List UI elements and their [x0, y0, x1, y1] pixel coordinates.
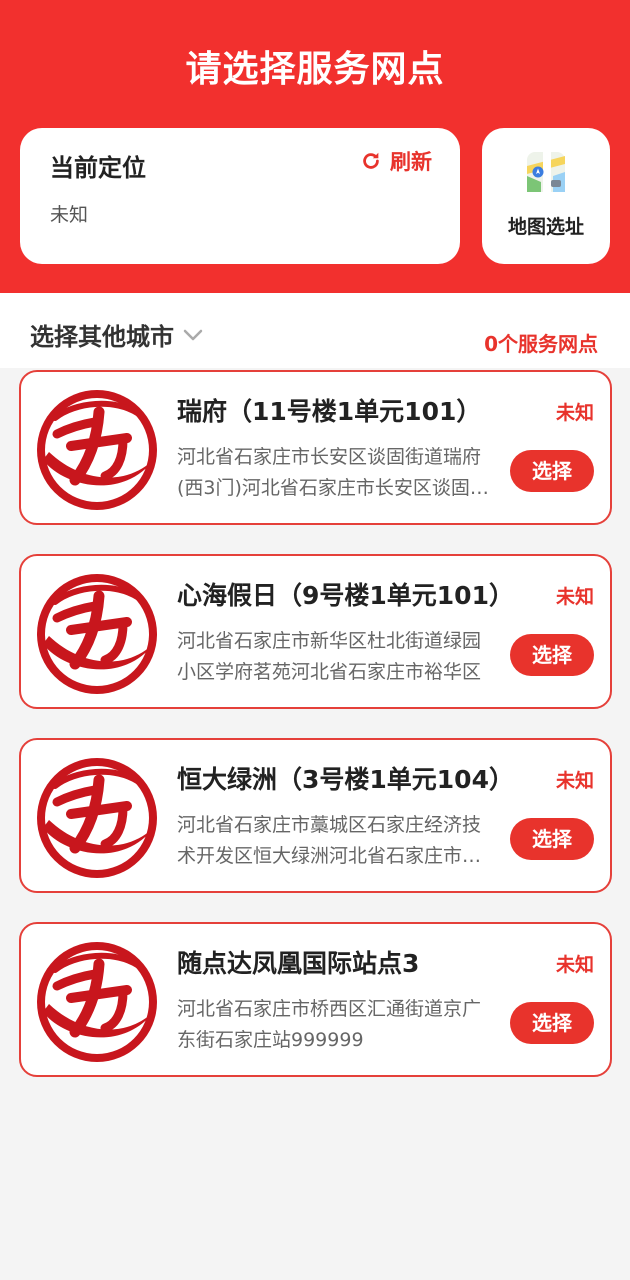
station-card[interactable]: 瑞府（11号楼1单元101） 未知 河北省石家庄市长安区谈固街道瑞府(西3门)河…: [19, 370, 612, 525]
station-address: 河北省石家庄市桥西区汇通街道京广东街石家庄站999999: [177, 998, 482, 1051]
station-address: 河北省石家庄市藁城区石家庄经济技术开发区恒大绿洲河北省石家庄市藁城区: [177, 814, 482, 867]
refresh-label: 刷新: [390, 150, 432, 174]
station-card[interactable]: 心海假日（9号楼1单元101） 未知 河北省石家庄市新华区杜北街道绿园小区学府茗…: [19, 554, 612, 709]
city-select-label: 选择其他城市: [30, 323, 174, 351]
station-address: 河北省石家庄市新华区杜北街道绿园小区学府茗苑河北省石家庄市裕华区: [177, 630, 482, 683]
station-status: 未知: [555, 586, 594, 608]
city-select-dropdown[interactable]: 选择其他城市: [30, 317, 204, 352]
station-address: 河北省石家庄市长安区谈固街道瑞府(西3门)河北省石家庄市长安区谈固街道: [177, 446, 489, 499]
station-count: 0个服务网点: [484, 332, 598, 356]
map-select-button[interactable]: 地图选址: [482, 128, 610, 264]
location-value: 未知: [50, 204, 89, 226]
station-status: 未知: [555, 770, 594, 792]
station-status: 未知: [555, 402, 594, 424]
station-card[interactable]: 随点达凤凰国际站点3 未知 河北省石家庄市桥西区汇通街道京广东街石家庄站9999…: [19, 922, 612, 1077]
select-button[interactable]: 选择: [510, 818, 594, 860]
select-button[interactable]: 选择: [510, 1002, 594, 1044]
station-name: 随点达凤凰国际站点3: [177, 949, 420, 978]
page-title: 请选择服务网点: [185, 49, 445, 90]
station-name: 心海假日（9号楼1单元101）: [177, 581, 514, 610]
select-button[interactable]: 选择: [510, 450, 594, 492]
station-logo: [37, 574, 157, 694]
station-name: 恒大绿洲（3号楼1单元104）: [177, 765, 514, 794]
chevron-down-icon: [183, 329, 203, 340]
refresh-icon: [363, 152, 379, 169]
filter-bar: 选择其他城市 0个服务网点: [0, 293, 630, 368]
location-title: 当前定位: [50, 154, 146, 182]
station-status: 未知: [555, 954, 594, 976]
station-card[interactable]: 恒大绿洲（3号楼1单元104） 未知 河北省石家庄市藁城区石家庄经济技术开发区恒…: [19, 738, 612, 893]
station-logo: [37, 942, 157, 1062]
current-location-card: 当前定位 刷新 未知: [20, 128, 460, 264]
map-select-label: 地图选址: [507, 216, 584, 238]
station-logo: [37, 390, 157, 510]
station-logo: [37, 758, 157, 878]
header: 请选择服务网点 当前定位 刷新 未知 地图选址: [0, 0, 630, 293]
refresh-button[interactable]: 刷新: [360, 146, 432, 176]
select-button[interactable]: 选择: [510, 634, 594, 676]
station-name: 瑞府（11号楼1单元101）: [177, 397, 482, 426]
map-icon: [527, 152, 565, 192]
